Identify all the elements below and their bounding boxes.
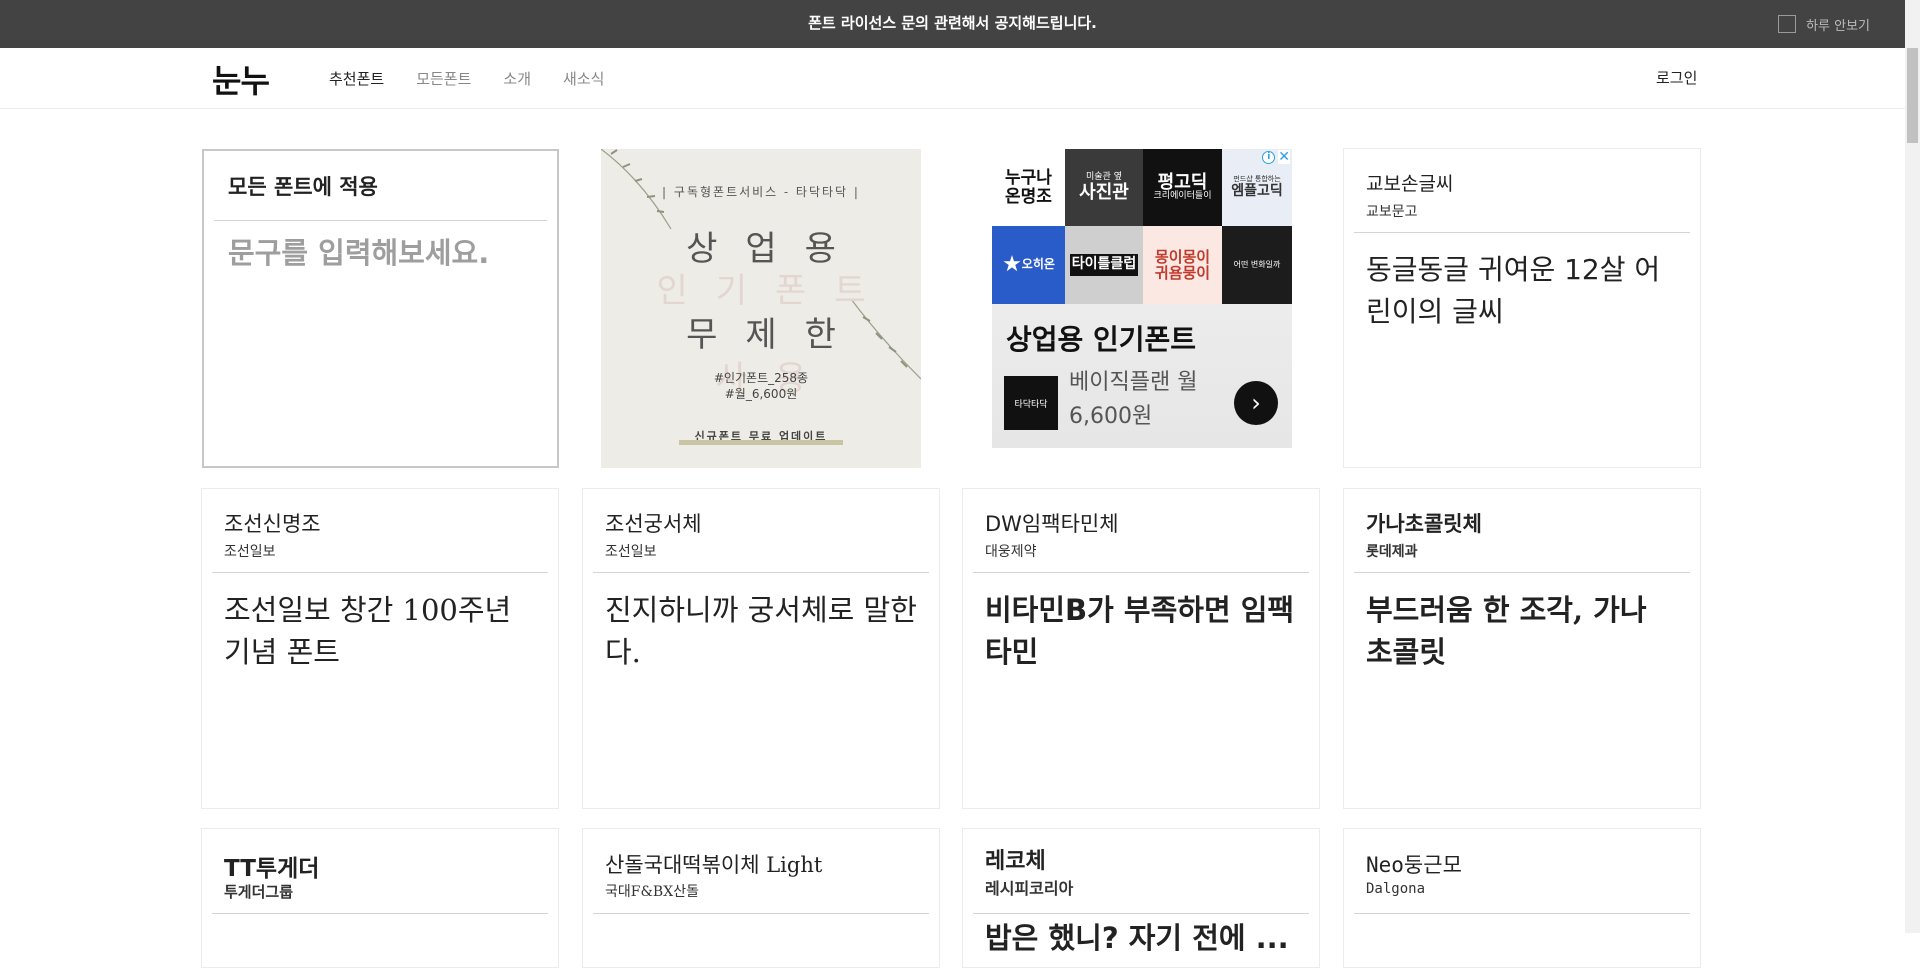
page-scrollbar[interactable] (1905, 0, 1920, 933)
font-name[interactable]: 가나초콜릿체 (1366, 508, 1482, 538)
font-maker: 조선일보 (224, 544, 276, 560)
ad-tile-text: 타이틀클럽 (1069, 254, 1139, 276)
font-maker: 레시피코리아 (985, 879, 1074, 898)
ad-tile: 어떤 변화일까 (1222, 226, 1292, 304)
apply-all-fonts-card: 모든 폰트에 적용 (202, 149, 559, 468)
font-name[interactable]: TT투게더 (224, 849, 319, 883)
font-card[interactable]: 산돌국대떡볶이체 Light 국대F&BX산돌 (582, 828, 940, 968)
nav-recommended-fonts[interactable]: 추천폰트 (329, 68, 384, 89)
ad-subtitle: | 구독형폰트서비스 - 타닥타닥 | (662, 185, 860, 199)
ad-brand-logo: 타닥타닥 (1004, 376, 1058, 430)
notice-text[interactable]: 폰트 라이선스 문의 관련해서 공지해드립니다. (0, 0, 1905, 46)
ad-info-icon[interactable]: i (1262, 150, 1276, 164)
font-card[interactable]: TT투게더 투게더그룹 (201, 828, 559, 968)
font-card[interactable]: 조선궁서체 조선일보 진지하니까 궁서체로 말한다. (582, 488, 940, 809)
ad-tile-small: 크리에이터들이 (1153, 191, 1212, 202)
ad-tile-text: 평고딕 (1157, 171, 1208, 193)
font-maker: 투게더그룹 (224, 883, 294, 901)
ad-info-1: #인기폰트_258종 (713, 371, 809, 385)
ad-plan-line: 6,600원 (1069, 404, 1153, 429)
scrollbar-thumb[interactable] (1907, 48, 1918, 143)
font-card[interactable]: 레코체 레시피코리아 밥은 했니? 자기 전에 ... (962, 828, 1320, 968)
hide-today-label[interactable]: 하루 안보기 (1806, 15, 1870, 34)
site-header: 눈누 추천폰트 모든폰트 소개 새소식 로그인 (0, 48, 1905, 109)
ad-choices[interactable]: i ✕ (1262, 149, 1290, 165)
divider (1354, 913, 1690, 914)
ad-headline-3: 무제한 (686, 315, 864, 355)
divider (212, 572, 548, 573)
font-card[interactable]: 교보손글씨 교보문고 동글동글 귀여운 12살 어린이의 글씨 (1343, 148, 1701, 468)
divider (973, 572, 1309, 573)
font-sample: 부드러움 한 조각, 가나 초콜릿 (1366, 593, 1647, 669)
ad-offer: 상업용 인기폰트 타닥타닥 베이직플랜 월 6,600원 › (992, 304, 1292, 448)
ad-tile: 평고딕 크리에이터들이 (1143, 149, 1222, 226)
font-name[interactable]: 조선신명조 (224, 508, 321, 538)
divider (212, 913, 548, 914)
divider (1354, 232, 1690, 233)
ad-tile: ★ 오히온 (992, 226, 1065, 304)
chevron-right-icon[interactable]: › (1234, 381, 1278, 425)
font-name[interactable]: 교보손글씨 (1366, 169, 1453, 196)
site-logo[interactable]: 눈누 (212, 56, 270, 102)
font-name[interactable]: 레코체 (985, 843, 1046, 875)
font-card[interactable]: DW임팩타민체 대웅제약 비타민B가 부족하면 임팩타민 (962, 488, 1320, 809)
ad-footer-bar (679, 440, 843, 445)
font-name[interactable]: 조선궁서체 (605, 508, 702, 538)
font-sample: 조선일보 창간 100주년 기념 폰트 (224, 593, 512, 669)
main-nav: 추천폰트 모든폰트 소개 새소식 (329, 48, 604, 109)
preview-text-input[interactable] (226, 235, 526, 271)
ad-font-tiles: 누구나 온명조 미술관 옆 사진관 평고딕 크리에이터들이 펀드샵 통합하는 엠플고딕… (992, 149, 1292, 304)
star-icon: ★ (1002, 251, 1022, 277)
font-maker: 교보문고 (1366, 204, 1418, 220)
ad-tile-text: 사진관 (1079, 181, 1129, 203)
font-card[interactable]: 가나초콜릿체 롯데제과 부드러움 한 조각, 가나 초콜릿 (1343, 488, 1701, 809)
font-sample: 진지하니까 궁서체로 말한다. (605, 593, 917, 669)
ad-plan-price: 베이직플랜 월 6,600원 (1069, 366, 1197, 434)
font-maker: 조선일보 (605, 544, 657, 560)
font-card[interactable]: Neo둥근모 Dalgona (1343, 828, 1701, 968)
ad-offer-headline: 상업용 인기폰트 (1006, 323, 1197, 356)
font-sample: 비타민B가 부족하면 임팩타민 (985, 593, 1295, 669)
divider (214, 220, 547, 221)
font-sample: 밥은 했니? 자기 전에 ... (985, 921, 1289, 955)
ad-tile: 누구나 온명조 (992, 149, 1065, 226)
font-maker: 대웅제약 (985, 544, 1037, 560)
login-link[interactable]: 로그인 (1656, 48, 1697, 109)
notice-bar: 폰트 라이선스 문의 관련해서 공지해드립니다. 하루 안보기 (0, 0, 1905, 48)
ad-tile: 몽이몽이 귀욤뭉이 (1143, 226, 1222, 304)
font-maker: 롯데제과 (1366, 544, 1418, 560)
ad-tile-text: 엠플고딕 (1231, 182, 1283, 199)
divider (593, 913, 929, 914)
ad-headline-2: 인기폰트 (656, 271, 894, 311)
ad-tile: 타이틀클럽 (1065, 226, 1143, 304)
font-maker: Dalgona (1366, 881, 1426, 897)
apply-card-title: 모든 폰트에 적용 (228, 175, 378, 199)
hide-today-checkbox[interactable] (1778, 15, 1797, 33)
nav-all-fonts[interactable]: 모든폰트 (416, 68, 471, 89)
divider (973, 913, 1309, 914)
ad-tile-text: 오히온 (1021, 257, 1055, 272)
hide-today-toggle[interactable]: 하루 안보기 (1778, 0, 1870, 48)
font-card[interactable]: 조선신명조 조선일보 조선일보 창간 100주년 기념 폰트 (201, 488, 559, 809)
nav-news[interactable]: 새소식 (563, 68, 604, 89)
divider (1354, 572, 1690, 573)
close-icon[interactable]: ✕ (1278, 150, 1290, 164)
font-name[interactable]: Neo둥근모 (1366, 849, 1462, 879)
ad-info-2: #월_6,600원 (724, 387, 798, 401)
font-name[interactable]: DW임팩타민체 (985, 508, 1119, 538)
divider (593, 572, 929, 573)
nav-about[interactable]: 소개 (503, 68, 531, 89)
ad-banner-tadaktadak[interactable]: | 구독형폰트서비스 - 타닥타닥 | 상업용 인기폰트 무제한 사용 #인기폰… (601, 149, 921, 468)
font-sample: 동글동글 귀여운 12살 어린이의 글씨 (1366, 253, 1661, 328)
font-name[interactable]: 산돌국대떡볶이체 Light (605, 849, 822, 879)
font-maker: 국대F&BX산돌 (605, 884, 699, 900)
ad-tile: 미술관 옆 사진관 (1065, 149, 1143, 226)
ad-banner-fonts[interactable]: 누구나 온명조 미술관 옆 사진관 평고딕 크리에이터들이 펀드샵 통합하는 엠플고딕… (992, 149, 1292, 448)
ad-plan-line: 베이직플랜 월 (1069, 370, 1198, 395)
